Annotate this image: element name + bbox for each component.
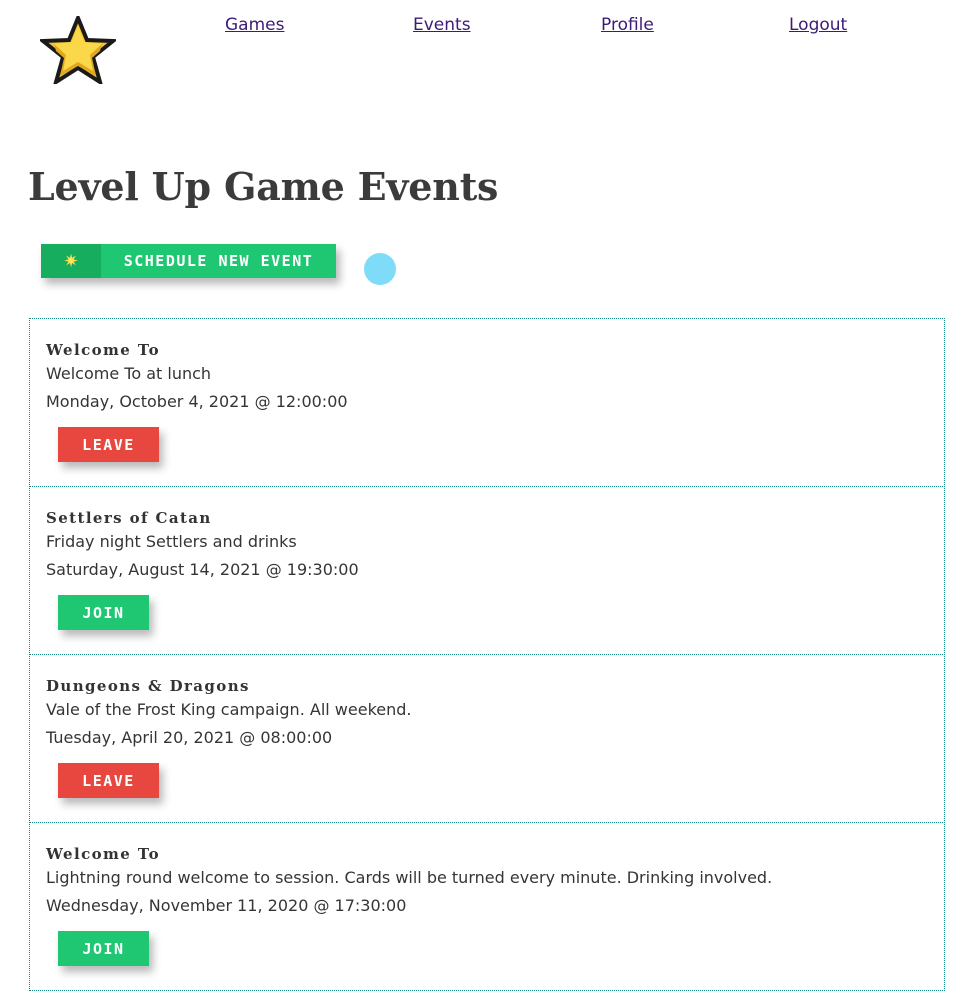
events-list: Welcome To Welcome To at lunch Monday, O… [29, 318, 945, 991]
nav-link-logout[interactable]: Logout [789, 15, 847, 35]
event-datetime: Monday, October 4, 2021 @ 12:00:00 [46, 392, 348, 411]
schedule-new-event-label: SCHEDULE NEW EVENT [123, 252, 314, 270]
leave-event-button[interactable]: LEAVE [58, 763, 159, 798]
nav-link-profile[interactable]: Profile [601, 15, 654, 35]
leave-event-button[interactable]: LEAVE [58, 427, 159, 462]
event-card: Welcome To Lightning round welcome to se… [29, 822, 945, 991]
event-description: Lightning round welcome to session. Card… [46, 868, 773, 887]
cursor-indicator [364, 253, 396, 285]
schedule-new-event-button[interactable]: ✷ SCHEDULE NEW EVENT [41, 244, 336, 278]
nav-link-events[interactable]: Events [413, 15, 471, 35]
event-game-name: Dungeons & Dragons [46, 677, 250, 695]
event-card: Dungeons & Dragons Vale of the Frost Kin… [29, 654, 945, 823]
event-description: Friday night Settlers and drinks [46, 532, 297, 551]
event-card: Welcome To Welcome To at lunch Monday, O… [29, 318, 945, 487]
event-game-name: Welcome To [46, 341, 161, 359]
event-description: Vale of the Frost King campaign. All wee… [46, 700, 412, 719]
event-datetime: Saturday, August 14, 2021 @ 19:30:00 [46, 560, 359, 579]
event-game-name: Welcome To [46, 845, 161, 863]
event-card: Settlers of Catan Friday night Settlers … [29, 486, 945, 655]
event-datetime: Tuesday, April 20, 2021 @ 08:00:00 [46, 728, 333, 747]
top-nav: Games Events Profile Logout [0, 15, 962, 39]
join-event-button[interactable]: JOIN [58, 595, 149, 630]
event-description: Welcome To at lunch [46, 364, 212, 383]
event-datetime: Wednesday, November 11, 2020 @ 17:30:00 [46, 896, 407, 915]
event-game-name: Settlers of Catan [46, 509, 212, 527]
join-event-button[interactable]: JOIN [58, 931, 149, 966]
sparkle-star-icon: ✷ [41, 244, 101, 278]
nav-link-games[interactable]: Games [225, 15, 284, 35]
page-title: Level Up Game Events [28, 164, 499, 209]
